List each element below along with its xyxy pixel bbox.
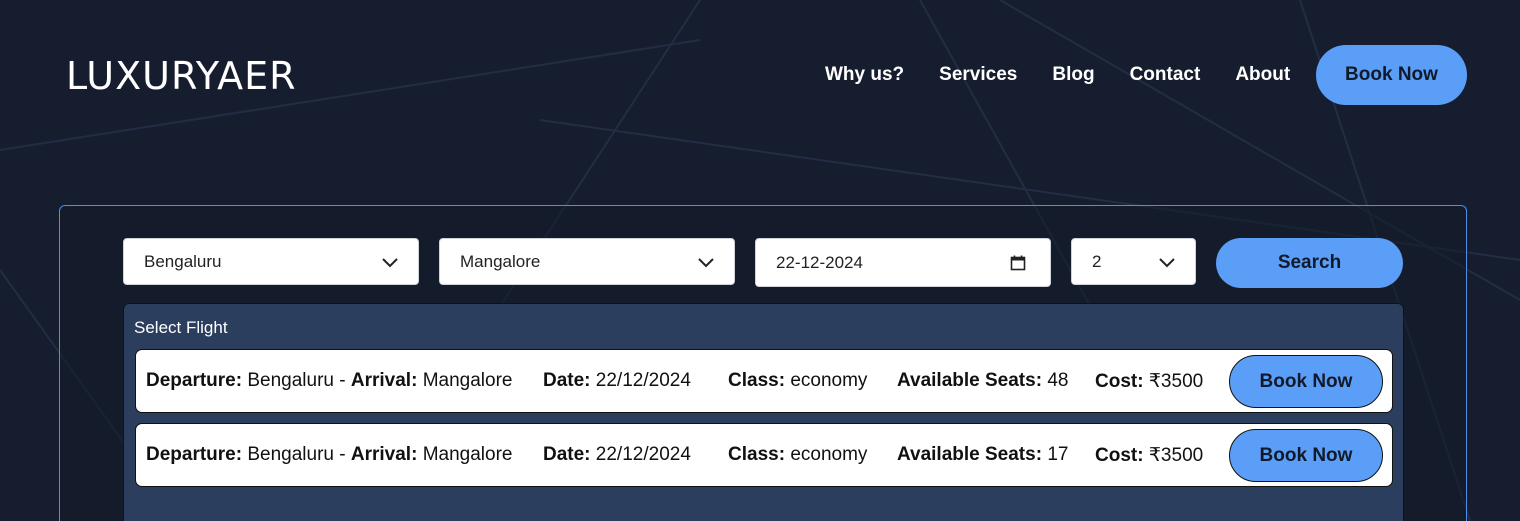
nav-about[interactable]: About	[1235, 64, 1290, 86]
passengers-select-value: 2	[1092, 251, 1102, 271]
flight-seats: Available Seats: 17	[897, 444, 1069, 465]
flight-book-now-button[interactable]: Book Now	[1229, 429, 1383, 482]
calendar-icon[interactable]	[1010, 255, 1026, 271]
nav-contact[interactable]: Contact	[1130, 64, 1201, 86]
departure-select-value: Bengaluru	[144, 251, 222, 271]
flight-date: Date: 22/12/2024	[543, 444, 691, 465]
departure-select[interactable]: Bengaluru	[123, 238, 419, 285]
flight-row: Departure: Bengaluru - Arrival: Mangalor…	[135, 423, 1393, 487]
brand-logo[interactable]: LUXURYAER	[66, 54, 297, 98]
flight-cost: Cost: ₹3500	[1095, 371, 1204, 392]
arrival-select-value: Mangalore	[460, 251, 541, 271]
flight-seats: Available Seats: 48	[897, 370, 1069, 391]
flight-route: Departure: Bengaluru - Arrival: Mangalor…	[146, 370, 513, 391]
flight-book-now-button[interactable]: Book Now	[1229, 355, 1383, 408]
date-input[interactable]: 22-12-2024	[755, 238, 1051, 287]
date-input-value: 22-12-2024	[776, 252, 863, 272]
nav-why-us[interactable]: Why us?	[825, 64, 904, 86]
flight-route: Departure: Bengaluru - Arrival: Mangalor…	[146, 444, 513, 465]
passengers-select[interactable]: 2	[1071, 238, 1196, 285]
arrival-select[interactable]: Mangalore	[439, 238, 735, 285]
flight-cost: Cost: ₹3500	[1095, 445, 1204, 466]
flight-date: Date: 22/12/2024	[543, 370, 691, 391]
search-button[interactable]: Search	[1216, 238, 1403, 288]
flight-class: Class: economy	[728, 370, 868, 391]
chevron-down-icon	[698, 258, 714, 268]
chevron-down-icon	[1159, 258, 1175, 268]
results-title: Select Flight	[134, 318, 228, 337]
flight-row: Departure: Bengaluru - Arrival: Mangalor…	[135, 349, 1393, 413]
chevron-down-icon	[382, 258, 398, 268]
nav-services[interactable]: Services	[939, 64, 1017, 86]
flight-results: Select Flight Departure: Bengaluru - Arr…	[123, 303, 1404, 521]
header-book-now-button[interactable]: Book Now	[1316, 45, 1467, 105]
main-nav: Why us? Services Blog Contact About	[825, 64, 1325, 86]
nav-blog[interactable]: Blog	[1052, 64, 1094, 86]
flight-class: Class: economy	[728, 444, 868, 465]
